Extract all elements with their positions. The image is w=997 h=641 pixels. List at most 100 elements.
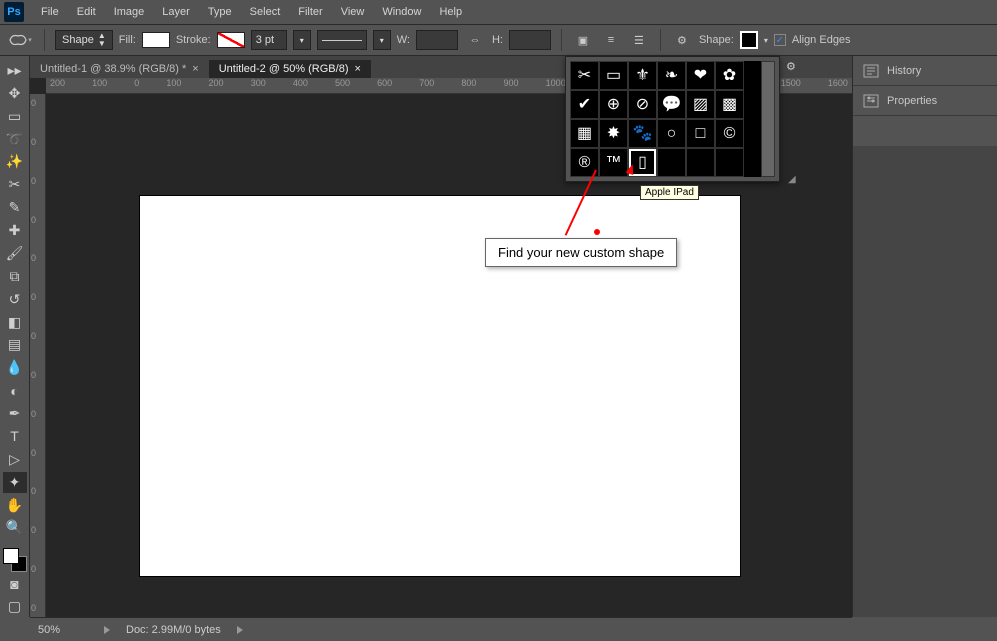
- path-arrange-icon[interactable]: ☰: [628, 30, 650, 50]
- menu-help[interactable]: Help: [430, 3, 471, 21]
- stamp-tool[interactable]: ⧉: [3, 266, 27, 287]
- doc-tab-title: Untitled-2 @ 50% (RGB/8): [219, 63, 349, 75]
- doc-tab-1[interactable]: Untitled-1 @ 38.9% (RGB/8) * ×: [30, 60, 209, 78]
- zoom-level[interactable]: 50%: [38, 624, 88, 636]
- stroke-style-select[interactable]: [317, 30, 367, 50]
- brush-tool[interactable]: 🖌: [3, 243, 27, 264]
- doc-info-menu-icon[interactable]: [237, 626, 243, 634]
- shape-mode-label: Shape: [62, 34, 94, 46]
- shape-fleur[interactable]: ⚜: [628, 61, 657, 90]
- stroke-style-dropdown[interactable]: ▾: [373, 30, 391, 50]
- menu-select[interactable]: Select: [241, 3, 290, 21]
- color-wells[interactable]: [3, 548, 27, 571]
- menu-layer[interactable]: Layer: [153, 3, 199, 21]
- close-icon[interactable]: ×: [354, 63, 360, 75]
- gear-icon[interactable]: ⚙: [671, 30, 693, 50]
- ipad-icon: ▯: [638, 155, 647, 171]
- shape-dropdown-icon[interactable]: ▾: [764, 36, 768, 45]
- width-input[interactable]: [416, 30, 458, 50]
- align-edges-checkbox[interactable]: ✓: [774, 34, 786, 46]
- check-icon: ✔: [578, 97, 591, 113]
- menu-view[interactable]: View: [332, 3, 374, 21]
- shape-burst[interactable]: ✸: [599, 119, 628, 148]
- stroke-width-input[interactable]: 3 pt: [251, 30, 287, 50]
- path-align-icon[interactable]: ≡: [600, 30, 622, 50]
- rect-outline-icon: ▭: [606, 68, 621, 84]
- shape-square[interactable]: □: [686, 119, 715, 148]
- shape-speech[interactable]: 💬: [657, 90, 686, 119]
- history-brush-tool[interactable]: ↺: [3, 289, 27, 310]
- custom-shape-tool[interactable]: ✦: [3, 472, 27, 493]
- eraser-tool[interactable]: ◧: [3, 312, 27, 333]
- height-label: H:: [492, 34, 503, 46]
- stroke-swatch[interactable]: [217, 32, 245, 48]
- checker-icon: ▩: [722, 97, 737, 113]
- menu-edit[interactable]: Edit: [68, 3, 105, 21]
- lasso-tool[interactable]: ➰: [3, 129, 27, 150]
- path-select-tool[interactable]: ▷: [3, 449, 27, 470]
- dodge-tool[interactable]: ◐: [3, 380, 27, 401]
- menu-filter[interactable]: Filter: [289, 3, 331, 21]
- crop-tool[interactable]: ✂: [3, 174, 27, 195]
- blur-tool[interactable]: 💧: [3, 357, 27, 378]
- close-icon[interactable]: ×: [192, 63, 198, 75]
- circle-icon: ○: [667, 126, 677, 142]
- type-tool[interactable]: T: [3, 426, 27, 447]
- hand-tool[interactable]: ✋: [3, 495, 27, 516]
- scrollbar[interactable]: [761, 61, 775, 177]
- menu-window[interactable]: Window: [373, 3, 430, 21]
- doc-tab-2[interactable]: Untitled-2 @ 50% (RGB/8) ×: [209, 60, 371, 78]
- marquee-tool[interactable]: ▭: [3, 106, 27, 127]
- doc-info[interactable]: Doc: 2.99M/0 bytes: [126, 624, 221, 636]
- menu-file[interactable]: File: [32, 3, 68, 21]
- shape-hatch[interactable]: ▨: [686, 90, 715, 119]
- grid-icon: ▦: [577, 126, 592, 142]
- shape-preview[interactable]: [740, 31, 758, 49]
- shape-copyright[interactable]: ©: [715, 119, 744, 148]
- custom-shape-tool-icon[interactable]: ▾: [6, 29, 34, 51]
- shape-ornament[interactable]: ❧: [657, 61, 686, 90]
- shape-paw[interactable]: 🐾: [628, 119, 657, 148]
- wand-tool[interactable]: ✨: [3, 152, 27, 173]
- shape-checker[interactable]: ▩: [715, 90, 744, 119]
- path-op-combine-icon[interactable]: ▣: [572, 30, 594, 50]
- zoom-menu-icon[interactable]: [104, 626, 110, 634]
- quickmask-icon[interactable]: ◙: [3, 573, 27, 594]
- menu-image[interactable]: Image: [105, 3, 154, 21]
- height-input[interactable]: [509, 30, 551, 50]
- shape-grid[interactable]: ▦: [570, 119, 599, 148]
- screenmode-icon[interactable]: ▢: [3, 596, 27, 617]
- blob-icon: ✿: [723, 68, 736, 84]
- menu-type[interactable]: Type: [199, 3, 241, 21]
- foreground-color[interactable]: [3, 548, 19, 564]
- gradient-tool[interactable]: ▤: [3, 335, 27, 356]
- move-tool[interactable]: ✥: [3, 83, 27, 104]
- shape-scissors[interactable]: ✂: [570, 61, 599, 90]
- shape-target[interactable]: ⊕: [599, 90, 628, 119]
- fill-swatch[interactable]: [142, 32, 170, 48]
- panel-properties[interactable]: Properties: [853, 86, 997, 116]
- pen-tool[interactable]: ✒: [3, 403, 27, 424]
- shape-circle[interactable]: ○: [657, 119, 686, 148]
- shape-mode-select[interactable]: Shape ▲▼: [55, 30, 113, 50]
- shape-tm[interactable]: ™: [599, 148, 628, 177]
- zoom-tool[interactable]: 🔍: [3, 518, 27, 539]
- popup-gear-icon[interactable]: ⚙: [786, 60, 997, 73]
- ornament-icon: ❧: [665, 68, 678, 84]
- scissors-icon: ✂: [578, 68, 591, 84]
- shape-no[interactable]: ⊘: [628, 90, 657, 119]
- eyedropper-tool[interactable]: ✎: [3, 197, 27, 218]
- shape-rect-outline[interactable]: ▭: [599, 61, 628, 90]
- heart-icon: ❤: [694, 68, 707, 84]
- tab-toggle-icon[interactable]: ▸▸: [3, 60, 27, 81]
- align-edges-label: Align Edges: [792, 34, 851, 46]
- copyright-icon: ©: [724, 126, 736, 142]
- shape-picker-label: Shape:: [699, 34, 734, 46]
- heal-tool[interactable]: ✚: [3, 220, 27, 241]
- shape-blob[interactable]: ✿: [715, 61, 744, 90]
- popup-resize-handle[interactable]: ◢: [788, 174, 997, 639]
- link-wh-icon[interactable]: ⇔: [464, 30, 486, 50]
- stroke-width-stepper[interactable]: ▾: [293, 30, 311, 50]
- shape-heart[interactable]: ❤: [686, 61, 715, 90]
- shape-check[interactable]: ✔: [570, 90, 599, 119]
